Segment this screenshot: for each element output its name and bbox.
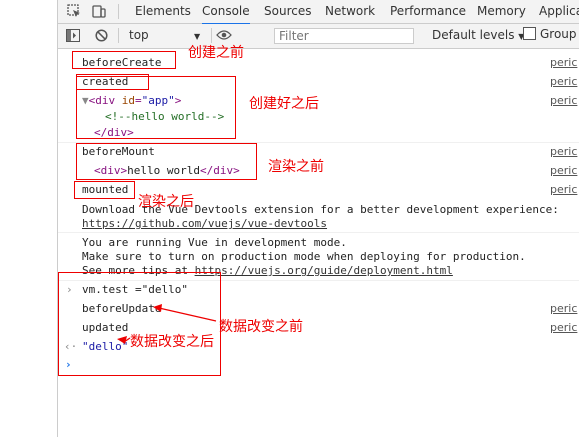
- arrowhead: [117, 336, 127, 344]
- arrowhead: [153, 304, 162, 312]
- arrow-line: [158, 307, 217, 322]
- annotation-arrows: [117, 304, 217, 344]
